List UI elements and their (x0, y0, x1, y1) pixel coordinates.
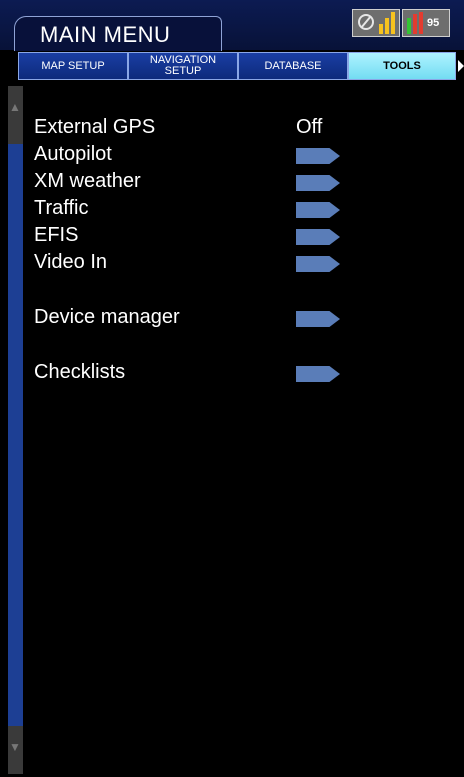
scroll-down-button[interactable]: ▼ (8, 726, 23, 774)
chevron-down-icon: ▼ (9, 740, 21, 754)
menu-item-label: XM weather (34, 170, 141, 192)
menu-item-label: Device manager (34, 306, 180, 328)
menu-item-external-gps[interactable]: External GPS Off (34, 116, 444, 142)
menu-item-label: Video In (34, 251, 108, 273)
tab-scroll-right-icon[interactable] (458, 60, 464, 72)
menu-item-label: Traffic (34, 197, 89, 219)
arrow-right-icon[interactable] (296, 311, 340, 327)
arrow-right-icon[interactable] (296, 366, 340, 382)
chevron-up-icon: ▲ (9, 100, 21, 114)
menu-item-video-in[interactable]: Video In (34, 251, 444, 277)
menu-item-label: Autopilot (34, 143, 112, 165)
scroll-up-button[interactable]: ▲ (8, 86, 23, 144)
tools-menu: External GPS Off Autopilot XM weather Tr… (34, 0, 454, 777)
menu-item-efis[interactable]: EFIS (34, 224, 444, 250)
arrow-right-icon[interactable] (296, 175, 340, 191)
arrow-right-icon[interactable] (296, 202, 340, 218)
menu-item-label: EFIS (34, 224, 79, 246)
arrow-right-icon[interactable] (296, 256, 340, 272)
menu-item-label: Checklists (34, 361, 126, 383)
scrollbar-track[interactable] (8, 86, 23, 774)
menu-item-xm-weather[interactable]: XM weather (34, 170, 444, 196)
menu-item-device-manager[interactable]: Device manager (34, 306, 444, 332)
menu-item-traffic[interactable]: Traffic (34, 197, 444, 223)
menu-item-checklists[interactable]: Checklists (34, 361, 444, 387)
arrow-right-icon[interactable] (296, 148, 340, 164)
menu-item-autopilot[interactable]: Autopilot (34, 143, 444, 169)
arrow-right-icon[interactable] (296, 229, 340, 245)
menu-item-value: Off (296, 116, 323, 138)
menu-item-label: External GPS (34, 116, 156, 138)
